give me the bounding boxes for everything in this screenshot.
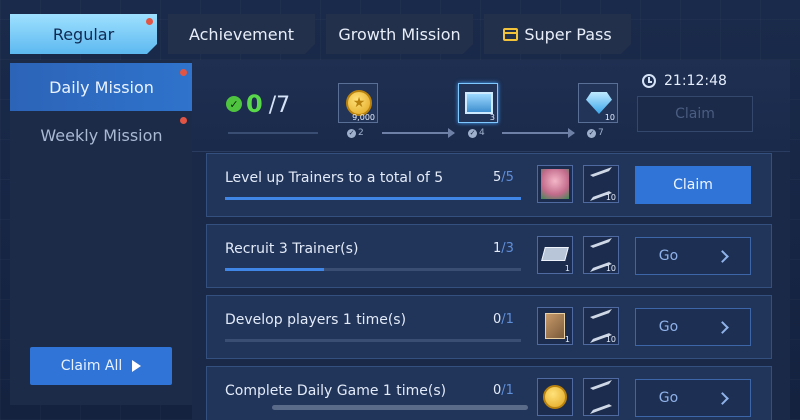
check-icon: ✓ — [587, 128, 596, 138]
mission-title: Develop players 1 time(s) — [225, 312, 407, 328]
chevron-right-icon — [716, 320, 730, 334]
exp-reward-icon[interactable]: 10 — [583, 236, 619, 274]
mission-title: Complete Daily Game 1 time(s) — [225, 383, 447, 399]
sidebar-item-weekly-mission[interactable]: Weekly Mission — [10, 111, 193, 159]
tab-achievement[interactable]: Achievement — [168, 14, 315, 54]
tray-reward-icon[interactable]: 1 — [537, 236, 573, 274]
completion-counter: ✓ 0 /7 — [226, 90, 290, 118]
sidebar-item-label: Weekly Mission — [40, 125, 163, 145]
tab-label: Super Pass — [524, 24, 612, 44]
mission-go-button[interactable]: Go — [635, 379, 751, 417]
mission-go-button[interactable]: Go — [635, 308, 751, 346]
sidebar-item-daily-mission[interactable]: Daily Mission — [10, 63, 193, 111]
mission-title: Recruit 3 Trainer(s) — [225, 241, 359, 257]
completed-count: 0 — [246, 90, 263, 118]
mission-title: Level up Trainers to a total of 5 — [225, 170, 444, 186]
notification-dot — [180, 117, 187, 124]
mission-progress-text: 0/1 — [493, 312, 514, 327]
exp-reward-icon[interactable]: 10 — [583, 165, 619, 203]
trainer-reward-icon[interactable] — [537, 165, 573, 203]
mission-progress-text: 1/3 — [493, 241, 514, 256]
milestone-requirement-2: ✓ 4 — [468, 128, 485, 138]
check-circle-icon: ✓ — [226, 96, 242, 112]
mission-row: Level up Trainers to a total of 5 5/5 10… — [206, 153, 772, 217]
mission-row: Complete Daily Game 1 time(s) 0/1 Go — [206, 366, 772, 420]
reset-timer: 21:12:48 — [642, 73, 727, 89]
mission-go-button[interactable]: Go — [635, 237, 751, 275]
chevron-right-icon — [716, 391, 730, 405]
chevron-right-icon — [716, 249, 730, 263]
chest-icon — [465, 92, 493, 114]
total-count: /7 — [268, 93, 291, 118]
exp-reward-icon[interactable]: 10 — [583, 307, 619, 345]
milestone-arrow — [502, 128, 575, 138]
coin-reward-icon[interactable] — [537, 378, 573, 416]
calendar-pass-icon — [503, 28, 518, 41]
top-tab-bar: Regular Achievement Growth Mission Super… — [10, 14, 790, 54]
notification-dot — [146, 18, 153, 25]
check-icon: ✓ — [468, 128, 477, 138]
mission-panel: ✓ 0 /7 ★ 9,000 ✓ 2 3 ✓ 4 10 ✓ 7 21:12:48… — [192, 60, 790, 420]
milestone-requirement-1: ✓ 2 — [347, 128, 364, 138]
diamond-icon — [586, 92, 612, 114]
play-arrow-icon — [132, 360, 142, 372]
tab-growth-mission[interactable]: Growth Mission — [326, 14, 473, 54]
card-reward-icon[interactable]: 1 — [537, 307, 573, 345]
mission-row: Develop players 1 time(s) 0/1 1 10 Go — [206, 295, 772, 359]
tab-super-pass[interactable]: Super Pass — [484, 14, 631, 54]
notification-dot — [180, 69, 187, 76]
mission-row: Recruit 3 Trainer(s) 1/3 1 10 Go — [206, 224, 772, 288]
scroll-indicator[interactable] — [272, 405, 528, 410]
counter-underline — [228, 132, 318, 134]
sidebar: Daily Mission Weekly Mission Claim All — [10, 60, 193, 405]
claim-all-button[interactable]: Claim All — [30, 347, 172, 385]
milestone-arrow — [382, 128, 455, 138]
mission-progress-bar — [225, 268, 521, 271]
milestone-reward-1[interactable]: ★ 9,000 — [338, 83, 378, 123]
mission-claim-button[interactable]: Claim — [635, 166, 751, 204]
reward-quantity: 10 — [604, 113, 615, 122]
milestone-requirement-3: ✓ 7 — [587, 128, 604, 138]
milestone-reward-2[interactable]: 3 — [458, 83, 498, 123]
tab-label: Growth Mission — [338, 24, 461, 44]
claim-all-label: Claim All — [60, 358, 123, 374]
milestone-claim-button[interactable]: Claim — [637, 96, 753, 132]
mission-progress-text: 5/5 — [493, 170, 514, 185]
exp-reward-icon[interactable] — [583, 378, 619, 416]
sidebar-item-label: Daily Mission — [49, 77, 154, 97]
mission-progress-text: 0/1 — [493, 383, 514, 398]
reward-quantity: 9,000 — [352, 113, 375, 122]
milestone-reward-3[interactable]: 10 — [578, 83, 618, 123]
check-icon: ✓ — [347, 128, 356, 138]
daily-progress-panel: ✓ 0 /7 ★ 9,000 ✓ 2 3 ✓ 4 10 ✓ 7 21:12:48… — [192, 60, 790, 152]
clock-icon — [642, 74, 656, 88]
tab-regular[interactable]: Regular — [10, 14, 157, 54]
tab-label: Regular — [52, 24, 115, 44]
reward-quantity: 3 — [489, 113, 495, 122]
mission-progress-bar — [225, 339, 521, 342]
mission-progress-bar — [225, 197, 521, 200]
tab-label: Achievement — [188, 24, 295, 44]
timer-value: 21:12:48 — [664, 73, 727, 89]
